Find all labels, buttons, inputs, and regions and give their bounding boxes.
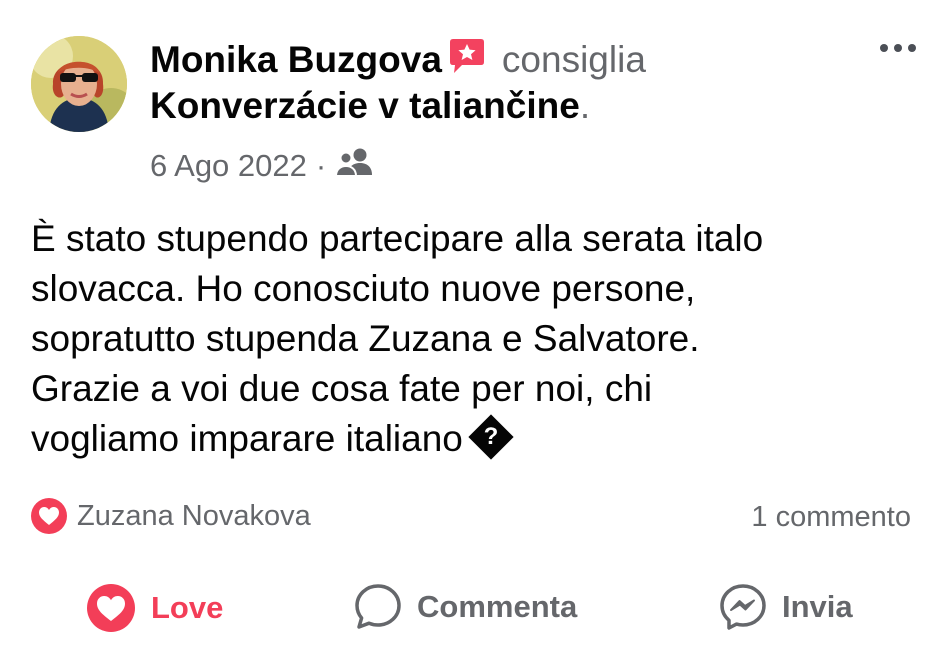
more-options-button[interactable] <box>880 44 916 52</box>
page-name-period: . <box>579 85 591 126</box>
comments-count[interactable]: 1 commento <box>751 501 911 534</box>
header-line: Monika Buzgova consiglia <box>150 38 850 84</box>
post-text-line: È stato stupendo partecipare alla serata… <box>31 218 764 259</box>
post-text-line: Grazie a voi due cosa fate per noi, chi <box>31 368 653 409</box>
love-icon <box>87 584 135 632</box>
recommends-label: consiglia <box>501 39 646 80</box>
heart-icon <box>31 498 67 534</box>
reaction-names: Zuzana Novakova <box>77 499 311 532</box>
send-label: Invia <box>782 589 853 624</box>
reactions-summary[interactable]: Zuzana Novakova <box>31 498 311 534</box>
meta-separator: · <box>315 148 327 183</box>
messenger-icon <box>720 584 766 630</box>
comment-label: Commenta <box>417 589 578 624</box>
post-meta: 6 Ago 2022 · <box>150 146 373 186</box>
unknown-glyph-icon: ? <box>468 414 514 460</box>
post-text-line: sopratutto stupenda Zuzana e Salvatore. <box>31 318 700 359</box>
post-text-line-content: vogliamo imparare italiano <box>31 418 463 459</box>
comment-icon <box>355 584 401 629</box>
post-text-line: slovacca. Ho conosciuto nuove persone, <box>31 268 696 309</box>
love-button[interactable]: Love <box>85 582 223 634</box>
love-label: Love <box>151 590 224 625</box>
page-line: Konverzácie v taliančine. <box>150 84 850 128</box>
friends-icon <box>335 146 373 186</box>
comment-button[interactable]: Commenta <box>353 582 577 632</box>
more-dot <box>908 44 916 52</box>
author-name[interactable]: Monika Buzgova <box>150 39 442 80</box>
unknown-glyph-mark: ? <box>483 423 499 451</box>
more-dot <box>880 44 888 52</box>
post-header: Monika Buzgova consiglia Konverzácie v t… <box>150 38 850 128</box>
post-text: È stato stupendo partecipare alla serata… <box>31 214 911 464</box>
page-name[interactable]: Konverzácie v taliančine <box>150 85 580 126</box>
avatar-image <box>31 36 127 132</box>
action-bar: Love Commenta Invia <box>0 582 942 642</box>
recommendation-icon <box>448 38 486 84</box>
post-date[interactable]: 6 Ago 2022 <box>150 148 307 184</box>
post-text-line-last: vogliamo imparare italiano? <box>31 414 911 464</box>
send-button[interactable]: Invia <box>718 582 853 632</box>
more-dot <box>894 44 902 52</box>
author-avatar[interactable] <box>31 36 127 132</box>
